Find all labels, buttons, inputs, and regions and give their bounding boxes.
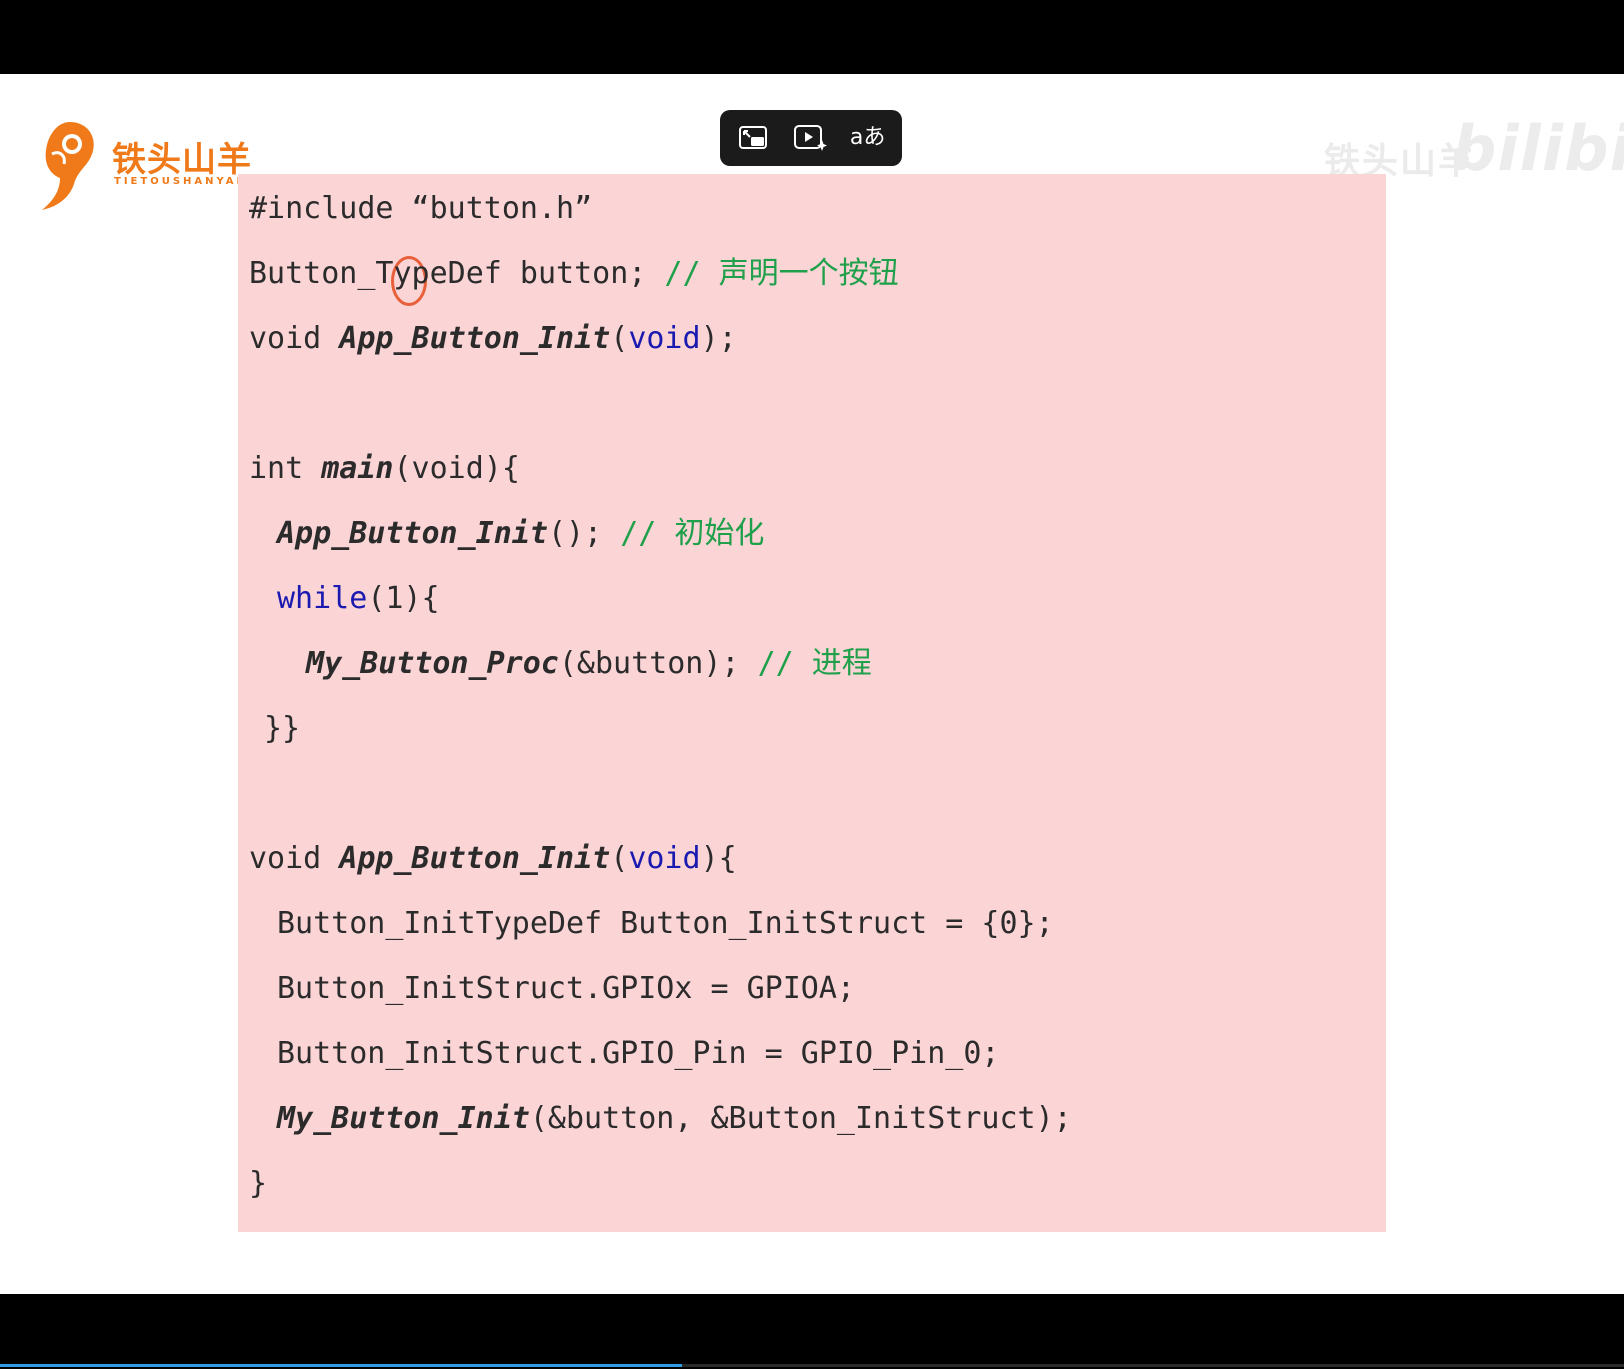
code-comment: // 初始化 [620,516,765,551]
code-line-init-def: void App_Button_Init(void){ [249,841,737,876]
translate-button[interactable]: aあ [844,116,892,160]
top-letterbox [0,0,1624,74]
video-overlay-toolbar: aあ [720,110,902,166]
code-line-declare: Button_TypeDef button; // 声明一个按钮 [249,256,899,291]
picture-in-picture-icon [739,126,768,149]
code-comment: // 进程 [757,646,872,681]
code-line-proc-call: My_Button_Proc(&button); // 进程 [306,646,872,681]
code-line-prototype: void App_Button_Init(void); [249,321,737,356]
bottom-letterbox [0,1294,1624,1369]
code-line-close-main: }} [264,711,301,746]
logo-chinese-text: 铁头山羊 [112,140,252,180]
code-line-gpio-pin: Button_InitStruct.GPIO_Pin = GPIO_Pin_0; [277,1036,1000,1071]
translate-icon: aあ [849,125,886,150]
code-line-init-call: App_Button_Init(); // 初始化 [277,516,765,551]
code-line-my-init: My_Button_Init(&button, &Button_InitStru… [277,1101,1072,1136]
picture-in-picture-button[interactable] [730,116,778,160]
code-line-struct-decl: Button_InitTypeDef Button_InitStruct = {… [277,906,1054,941]
video-frame[interactable]: 铁头山羊 TIETOUSHANYANG 铁头山羊 bilibili #inclu… [0,74,1624,1294]
code-line-close-init: } [249,1166,268,1201]
goat-logo-icon [42,122,94,210]
code-line-include: #include “button.h” [249,191,593,226]
code-comment: // 声明一个按钮 [664,256,899,291]
video-progress-bar[interactable] [0,1364,1624,1367]
video-progress-fill [0,1364,683,1367]
code-line-while: while(1){ [277,581,440,616]
code-slide: #include “button.h” Button_TypeDef butto… [238,174,1386,1232]
channel-logo: 铁头山羊 TIETOUSHANYANG [30,114,260,214]
code-line-gpiox: Button_InitStruct.GPIOx = GPIOA; [277,971,855,1006]
ai-video-icon [793,125,827,151]
code-line-main: int main(void){ [249,451,520,486]
ai-video-button[interactable] [787,116,835,160]
watermark-brand: bilibili [1452,112,1624,185]
